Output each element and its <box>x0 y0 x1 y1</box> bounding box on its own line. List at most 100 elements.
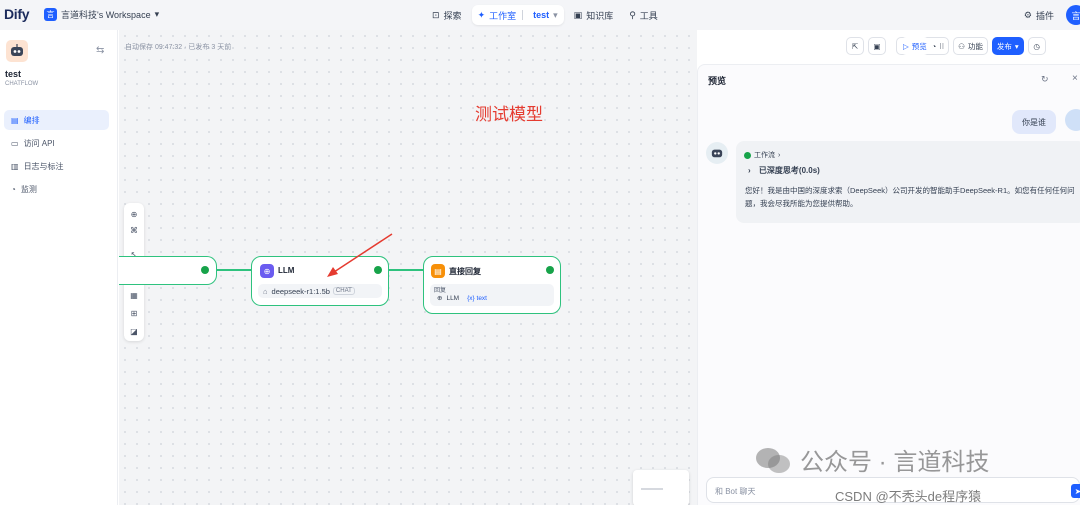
canvas-minimap[interactable] <box>633 470 689 505</box>
chat-input[interactable]: 和 Bot 聊天 CSDN @不秃头de程序猿 ➤ <box>706 477 1080 504</box>
csdn-watermark: CSDN @不秃头de程序猿 <box>835 489 982 504</box>
add-note-icon[interactable]: ⌘ <box>127 223 141 237</box>
model-mode-tag: CHAT <box>332 287 355 295</box>
edge-start-llm <box>217 269 251 271</box>
nav-studio[interactable]: ✦ 工作室 test ▾ <box>471 5 564 25</box>
history-icon[interactable]: ⁝⁝ <box>939 42 944 51</box>
orchestrate-icon: ▤ <box>11 115 19 125</box>
llm-model-box[interactable]: ⌂ deepseek-r1:1.5b CHAT <box>258 284 382 298</box>
canvas-annotation: 测试模型 <box>475 105 543 124</box>
refresh-icon[interactable]: ↻ <box>1041 74 1049 85</box>
sidebar-item-api[interactable]: ▭ 访问 API <box>4 133 109 153</box>
nav-studio-app[interactable]: test <box>533 10 549 20</box>
answer-node-title: 直接回复 <box>449 267 481 276</box>
features-button[interactable]: ⚇ 功能 <box>953 37 988 55</box>
nav-tools[interactable]: ⚲ 工具 <box>623 5 664 25</box>
nav-knowledge[interactable]: ▣ 知识库 <box>568 5 620 25</box>
workflow-header-tools: ⇱ ▣ ▷ 预览 ◔ ⁝⁝ ⚇ 功能 发布 ▾ ◷ <box>846 37 1046 55</box>
checklist-icon[interactable]: ◔ <box>932 42 937 51</box>
sidebar-item-label: 监测 <box>20 184 37 194</box>
chevron-down-icon: ▾ <box>154 9 160 19</box>
explore-icon: ⊡ <box>432 9 440 20</box>
plugins-button[interactable]: ⚙ 插件 <box>1024 9 1054 22</box>
workflow-canvas[interactable]: 自动保存 09:47:32 · 已发布 3 天前 测试模型 ⊕ ⌘ ↖ ✋ ▦ … <box>119 30 697 505</box>
nav-explore[interactable]: ⊡ 探索 <box>426 5 468 25</box>
answer-field-box[interactable]: 回复 ⊕ LLM {x} text <box>430 284 554 306</box>
workflow-label: 工作流 <box>754 152 775 159</box>
main-nav: ⊡ 探索 ✦ 工作室 test ▾ ▣ 知识库 ⚲ 工具 <box>426 5 664 25</box>
red-arrow-annotation <box>327 233 393 277</box>
send-icon[interactable]: ➤ <box>1071 484 1080 498</box>
features-icon: ⚇ <box>958 41 965 51</box>
watermark-text: 公众号 · 言道科技 <box>800 449 990 476</box>
workspace-switcher[interactable]: 言 言道科技's Workspace ▾ <box>44 8 159 21</box>
nav-separator <box>522 10 524 20</box>
wechat-logo-icon <box>754 445 792 475</box>
app-name: test <box>5 69 22 79</box>
minimap-node <box>641 488 663 490</box>
add-node-icon[interactable]: ⊕ <box>127 207 141 221</box>
workspace-name: 言道科技's Workspace <box>61 10 151 20</box>
preview-title: 预览 <box>708 76 727 86</box>
start-node[interactable] <box>119 256 217 285</box>
answer-variable: {x} text <box>467 294 487 302</box>
bot-answer-text: 您好！我是由中国的深度求索（DeepSeek）公司开发的智能助手DeepSeek… <box>745 186 1075 208</box>
chat-input-placeholder: 和 Bot 聊天 <box>715 487 756 496</box>
preview-button[interactable]: ▷ 预览 <box>901 37 929 55</box>
answer-node[interactable]: ▤ 直接回复 回复 ⊕ LLM {x} text <box>423 256 561 314</box>
bot-message: 工作流 › › 已深度思考(0.0s) 您好！我是由中国的深度求索（DeepSe… <box>736 141 1080 223</box>
wechat-watermark: 公众号 · 言道科技 <box>754 442 989 477</box>
app-sidebar: ⇆ test CHATFLOW ▤ 编排 ▭ 访问 API ▥ 日志与标注 ◔ … <box>0 30 118 505</box>
success-check-icon <box>546 266 554 274</box>
chevron-right-icon: › <box>748 166 751 175</box>
model-name: deepseek-r1:1.5b <box>271 286 330 296</box>
sidebar-menu: ▤ 编排 ▭ 访问 API ▥ 日志与标注 ◔ 监测 <box>4 110 109 202</box>
external-link-icon: ⇱ <box>851 41 859 51</box>
play-icon: ▷ <box>903 41 909 51</box>
bot-avatar-icon <box>706 142 728 164</box>
app-robot-icon <box>6 40 28 62</box>
monitor-icon: ◔ <box>11 184 16 194</box>
llm-node-title: LLM <box>278 266 295 275</box>
collapse-sidebar-icon[interactable]: ⇆ <box>96 45 104 56</box>
dify-logo[interactable]: Dify <box>4 6 30 22</box>
export-image-icon[interactable]: ▦ <box>127 288 141 302</box>
env-icon: ▣ <box>873 41 881 51</box>
sidebar-item-orchestrate[interactable]: ▤ 编排 <box>4 110 109 130</box>
workflow-status-pill[interactable]: 工作流 › <box>744 149 780 161</box>
organize-icon[interactable]: ⊞ <box>127 306 141 320</box>
answer-field-label: 回复 <box>434 288 447 294</box>
sidebar-item-monitor[interactable]: ◔ 监测 <box>4 179 109 199</box>
user-avatar[interactable]: 言 <box>1066 5 1080 25</box>
thinking-toggle[interactable]: › 已深度思考(0.0s) <box>748 165 820 176</box>
plugin-icon: ⚙ <box>1023 10 1032 20</box>
fullscreen-button[interactable]: ⇱ <box>846 37 864 55</box>
nav-tools-label: 工具 <box>639 10 658 21</box>
studio-icon: ✦ <box>477 9 486 20</box>
features-button-label: 功能 <box>967 41 983 51</box>
thinking-label: 已深度思考(0.0s) <box>758 166 820 175</box>
sidebar-item-label: 编排 <box>23 115 40 125</box>
answer-source: LLM <box>446 294 460 302</box>
version-history-button[interactable]: ◷ <box>1027 37 1046 55</box>
clock-icon: ◷ <box>1033 41 1040 51</box>
top-bar: Dify 言 言道科技's Workspace ▾ ⊡ 探索 ✦ 工作室 tes… <box>0 0 1080 30</box>
chevron-down-icon: ▾ <box>553 9 558 20</box>
nav-knowledge-label: 知识库 <box>586 10 614 21</box>
nav-explore-label: 探索 <box>443 10 462 21</box>
tools-icon: ⚲ <box>629 9 636 20</box>
chevron-right-icon: › <box>778 151 781 159</box>
minimap-toggle-icon[interactable]: ◪ <box>127 324 141 338</box>
preview-button-label: 预览 <box>911 41 927 51</box>
close-icon[interactable]: × <box>1072 73 1078 84</box>
answer-node-icon: ▤ <box>431 264 445 278</box>
user-message: 你是谁 <box>1012 110 1056 134</box>
env-button[interactable]: ▣ <box>868 37 886 55</box>
knowledge-icon: ▣ <box>573 9 583 20</box>
chevron-down-icon: ▾ <box>1014 41 1019 51</box>
workspace-badge: 言 <box>44 8 57 21</box>
sidebar-item-logs[interactable]: ▥ 日志与标注 <box>4 156 109 176</box>
publish-button[interactable]: 发布 ▾ <box>991 37 1024 55</box>
llm-source-icon: ⊕ <box>437 295 443 302</box>
nav-studio-label: 工作室 <box>489 10 517 21</box>
